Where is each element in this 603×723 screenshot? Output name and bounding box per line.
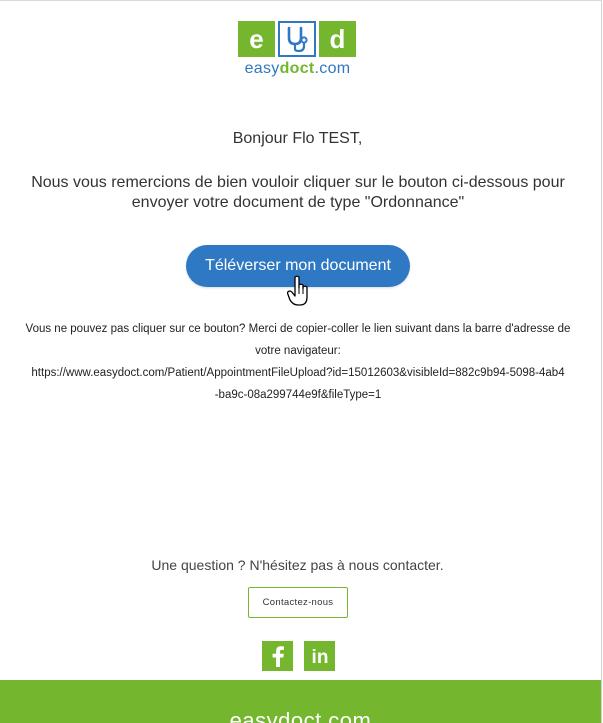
- stethoscope-icon: [278, 21, 316, 57]
- hand-cursor-icon: [287, 275, 308, 306]
- footer-text: easydoct.com: [229, 708, 372, 723]
- logo-tile-d: d: [319, 21, 356, 57]
- linkedin-glyph: in: [311, 647, 328, 667]
- contact-question: Une question ? N'hésitez pas à nous cont…: [151, 557, 444, 573]
- fallback-instructions: Vous ne pouvez pas cliquer sur ce bouton…: [20, 318, 576, 406]
- fallback-link[interactable]: https://www.easydoct.com/Patient/Appoint…: [20, 362, 576, 406]
- fallback-text: Vous ne pouvez pas cliquer sur ce bouton…: [25, 323, 571, 357]
- brand-suffix: .com: [314, 60, 351, 77]
- footer-band: easydoct.com: [0, 680, 601, 723]
- easydoct-logo: e d: [238, 21, 356, 57]
- stethoscope-icon-graphic: [287, 26, 308, 53]
- linkedin-glyph-text: in: [311, 647, 328, 667]
- facebook-glyph: [272, 646, 284, 667]
- message-text: Nous vous remercions de bien vouloir cli…: [31, 174, 565, 211]
- greeting-text: Bonjour Flo TEST,: [232, 130, 363, 147]
- social-links: in: [262, 641, 335, 671]
- logo-tile-e: e: [238, 21, 275, 57]
- brand-name: easydoct.com: [0, 60, 595, 78]
- brand-strong: doct: [279, 60, 315, 77]
- brand-prefix: easy: [244, 60, 280, 77]
- linkedin-icon[interactable]: in: [304, 641, 335, 671]
- facebook-icon[interactable]: [262, 641, 293, 671]
- contact-us-button[interactable]: Contactez-nous: [248, 587, 348, 618]
